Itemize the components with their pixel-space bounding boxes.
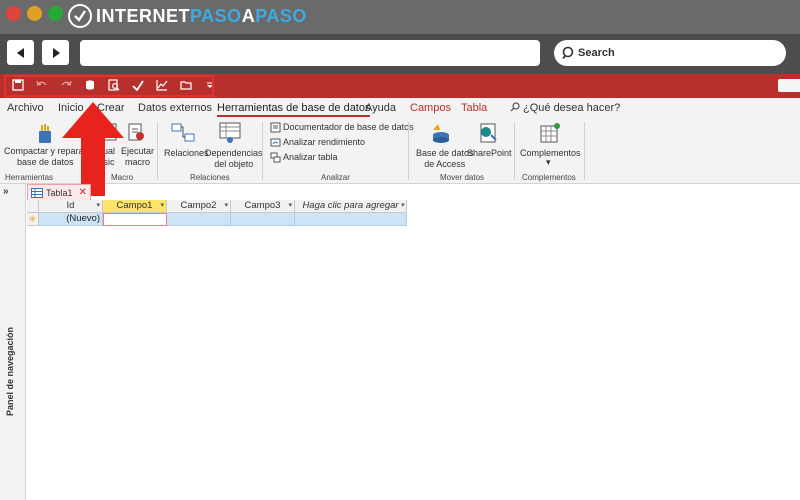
run-macro-icon bbox=[128, 123, 144, 141]
group-herramientas: Herramientas bbox=[5, 173, 54, 182]
title-bar-control bbox=[778, 79, 800, 92]
tab-campos[interactable]: Campos bbox=[410, 102, 451, 114]
back-button[interactable] bbox=[7, 40, 34, 65]
forward-button[interactable] bbox=[42, 40, 69, 65]
access-database-label: Base de datos de Access bbox=[416, 148, 474, 169]
table-icon bbox=[31, 187, 43, 198]
group-separator bbox=[157, 122, 158, 180]
browser-toolbar: Search bbox=[0, 34, 800, 74]
column-header-id[interactable]: Id ▾ bbox=[39, 200, 103, 213]
minimize-window-button[interactable] bbox=[27, 6, 42, 21]
column-header-campo1[interactable]: Campo1 ▾ bbox=[103, 200, 167, 213]
group-analizar: Analizar bbox=[321, 173, 350, 182]
document-tab-tabla1[interactable]: Tabla1 ✕ bbox=[27, 184, 91, 200]
documenter-label: Documentador de base de datos bbox=[283, 122, 414, 132]
group-separator bbox=[584, 122, 585, 180]
group-separator bbox=[262, 122, 263, 180]
object-dependencies-icon bbox=[219, 122, 241, 143]
column-header-label: Haga clic para agregar bbox=[302, 200, 399, 211]
url-bar[interactable] bbox=[80, 40, 540, 66]
analyze-table-icon bbox=[270, 152, 281, 163]
zoom-window-button[interactable] bbox=[48, 6, 63, 21]
column-header-add-field[interactable]: Haga clic para agregar ▾ bbox=[295, 200, 407, 213]
tab-herramientas-base-datos[interactable]: Herramientas de base de datos bbox=[217, 102, 371, 117]
group-separator bbox=[514, 122, 515, 180]
expand-nav-pane-button[interactable]: » bbox=[3, 186, 9, 197]
column-header-label: Campo1 bbox=[116, 200, 153, 211]
search-label: Search bbox=[578, 47, 615, 59]
tab-tabla[interactable]: Tabla bbox=[461, 102, 487, 114]
new-record-selector[interactable]: ✳ bbox=[27, 213, 39, 226]
database-documenter-button[interactable]: Documentador de base de datos bbox=[270, 122, 414, 133]
analyze-table-label: Analizar tabla bbox=[283, 152, 338, 162]
relationships-label: Relaciones bbox=[164, 148, 209, 158]
sharepoint-icon bbox=[480, 123, 497, 143]
tab-archivo[interactable]: Archivo bbox=[7, 102, 44, 114]
object-dependencies-label: Dependencias del objeto bbox=[205, 148, 263, 169]
group-separator bbox=[408, 122, 409, 180]
search-bar[interactable]: Search bbox=[554, 40, 786, 66]
search-icon bbox=[562, 46, 574, 60]
column-header-campo3[interactable]: Campo3 ▾ bbox=[231, 200, 295, 213]
access-database-icon bbox=[433, 124, 449, 143]
cell-campo3-new[interactable] bbox=[231, 213, 295, 226]
select-all-corner[interactable] bbox=[27, 200, 39, 213]
analyze-performance-label: Analizar rendimiento bbox=[283, 137, 366, 147]
chevron-down-icon[interactable]: ▾ bbox=[224, 200, 228, 212]
relationships-icon bbox=[171, 123, 195, 142]
cell-campo1-new[interactable] bbox=[103, 213, 167, 226]
analyze-performance-icon bbox=[270, 138, 281, 147]
compact-repair-icon bbox=[39, 124, 51, 143]
cell-add-field-new[interactable] bbox=[295, 213, 407, 226]
group-mover-datos: Mover datos bbox=[440, 173, 485, 182]
arrow-right-icon bbox=[52, 47, 60, 58]
chevron-down-icon[interactable]: ▾ bbox=[160, 200, 164, 212]
screenshot: INTERNETPASOAPASO Search Archivo Inicio … bbox=[0, 0, 800, 500]
chevron-down-icon[interactable]: ▾ bbox=[400, 200, 404, 212]
add-ins-icon bbox=[540, 123, 560, 143]
close-tab-icon[interactable]: ✕ bbox=[79, 187, 87, 198]
column-header-label: Id bbox=[66, 200, 75, 211]
add-ins-dropdown-icon[interactable]: ▾ bbox=[546, 157, 551, 168]
tell-me-box[interactable]: ¿Qué desea hacer? bbox=[510, 102, 620, 114]
tab-ayuda[interactable]: Ayuda bbox=[365, 102, 396, 114]
search-icon bbox=[510, 102, 520, 112]
tell-me-label: ¿Qué desea hacer? bbox=[523, 102, 621, 114]
chevron-down-icon[interactable]: ▾ bbox=[288, 200, 292, 212]
browser-title-bar: INTERNETPASOAPASO bbox=[0, 0, 800, 34]
nav-pane-label: Panel de navegación bbox=[5, 326, 15, 416]
cell-campo2-new[interactable] bbox=[167, 213, 231, 226]
group-relaciones: Relaciones bbox=[190, 173, 230, 182]
column-header-label: Campo3 bbox=[244, 200, 281, 211]
logo-icon bbox=[68, 4, 92, 28]
document-tab-label: Tabla1 bbox=[46, 187, 73, 198]
analyze-table-button[interactable]: Analizar tabla bbox=[270, 152, 338, 163]
qat-highlight-box bbox=[4, 75, 214, 97]
sharepoint-label: SharePoint bbox=[467, 148, 512, 158]
analyze-performance-button[interactable]: Analizar rendimiento bbox=[270, 137, 365, 148]
group-complementos: Complementos bbox=[522, 173, 576, 182]
chevron-down-icon[interactable]: ▾ bbox=[96, 200, 100, 212]
close-window-button[interactable] bbox=[6, 6, 21, 21]
arrow-left-icon bbox=[16, 47, 24, 58]
cell-id-new[interactable]: (Nuevo) bbox=[39, 213, 103, 226]
column-header-label: Campo2 bbox=[180, 200, 217, 211]
tab-datos-externos[interactable]: Datos externos bbox=[138, 102, 212, 114]
column-header-campo2[interactable]: Campo2 ▾ bbox=[167, 200, 231, 213]
site-logo: INTERNETPASOAPASO bbox=[68, 4, 307, 28]
logo-text: INTERNETPASOAPASO bbox=[96, 5, 307, 26]
documenter-icon bbox=[270, 122, 281, 133]
